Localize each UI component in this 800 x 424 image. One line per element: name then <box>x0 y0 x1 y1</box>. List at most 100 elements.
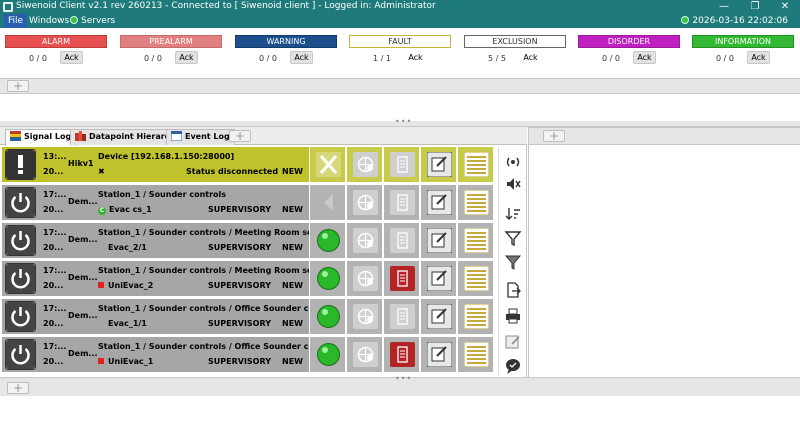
add-tab-button[interactable]: + <box>229 130 251 142</box>
edit-note-icon[interactable] <box>504 333 522 351</box>
document-cell[interactable] <box>383 185 419 220</box>
menu-servers-label: Servers <box>81 16 116 26</box>
ack-button[interactable]: Ack <box>290 51 313 64</box>
sound-waves-icon[interactable] <box>504 153 522 171</box>
status-indicator-cell[interactable] <box>309 299 345 334</box>
locate-icon <box>353 152 378 177</box>
power-icon[interactable] <box>5 263 36 294</box>
exclamation-icon[interactable] <box>5 149 36 180</box>
details-icon <box>463 303 490 330</box>
table-row[interactable]: 17:... 20... Dem... Station_1 / Sounder con… <box>2 337 497 372</box>
row-date: 20... <box>43 357 64 366</box>
status-indicator-icon <box>316 304 341 329</box>
details-cell[interactable] <box>457 147 493 182</box>
locate-cell[interactable] <box>346 261 382 296</box>
power-icon[interactable] <box>5 339 36 370</box>
table-row[interactable]: 17:... 20... Dem... Station_1 / Sounder con… <box>2 299 497 334</box>
edit-cell[interactable] <box>420 223 456 258</box>
edit-cell[interactable] <box>420 299 456 334</box>
power-icon[interactable] <box>5 225 36 256</box>
close-button[interactable]: ✕ <box>770 0 800 14</box>
app-icon <box>3 2 13 12</box>
row-datapoint-label: UniEvac_2 <box>108 281 154 290</box>
locate-cell[interactable] <box>346 147 382 182</box>
status-indicator-cell[interactable] <box>309 337 345 372</box>
row-date: 20... <box>43 243 64 252</box>
printer-icon[interactable] <box>504 307 522 325</box>
filter-outline-icon[interactable] <box>504 253 522 271</box>
row-datapoint-label: Evac cs_1 <box>109 205 152 214</box>
power-icon[interactable] <box>5 301 36 332</box>
document-cell[interactable] <box>383 147 419 182</box>
document-cell[interactable] <box>383 337 419 372</box>
mute-speaker-icon[interactable] <box>504 175 522 193</box>
speech-bubble-icon[interactable] <box>504 357 522 375</box>
window-title: Siwenoid Client v2.1 rev 260213 - Connec… <box>16 1 436 11</box>
menu-servers[interactable]: Servers <box>66 14 119 28</box>
row-description: Station_1 / Sounder controls <box>98 190 227 199</box>
locate-cell[interactable] <box>346 185 382 220</box>
locate-icon <box>353 266 378 291</box>
add-tab-button[interactable]: + <box>7 382 29 394</box>
table-row[interactable]: 17:... 20... Dem... Station_1 / Sounder con… <box>2 261 497 296</box>
edit-cell[interactable] <box>420 261 456 296</box>
edit-cell[interactable] <box>420 337 456 372</box>
event-log-icon <box>170 130 183 142</box>
menu-file[interactable]: File <box>4 14 28 28</box>
connection-status-icon <box>681 16 690 24</box>
server-connected-icon <box>70 16 78 24</box>
tab-event-log[interactable]: Event Log <box>166 129 235 145</box>
sort-down-icon[interactable] <box>504 205 522 223</box>
power-icon[interactable] <box>5 187 36 218</box>
add-tab-button[interactable]: + <box>543 130 565 142</box>
row-new-badge: NEW <box>282 319 303 328</box>
tab-signal-log[interactable]: Signal Log <box>5 129 77 146</box>
splitter-grip: ••• <box>395 374 413 383</box>
details-cell[interactable] <box>457 185 493 220</box>
ack-button[interactable]: Ack <box>60 51 83 64</box>
details-cell[interactable] <box>457 223 493 258</box>
ack-button[interactable]: Ack <box>404 51 427 64</box>
row-datapoint: ✖ <box>98 167 108 176</box>
filter-icon[interactable] <box>504 229 522 247</box>
details-cell[interactable] <box>457 261 493 296</box>
edit-cell[interactable] <box>420 147 456 182</box>
row-new-badge: NEW <box>282 357 303 366</box>
row-status: SUPERVISORY <box>208 319 271 328</box>
ack-button[interactable]: Ack <box>633 51 656 64</box>
status-indicator-cell[interactable] <box>309 261 345 296</box>
details-cell[interactable] <box>457 337 493 372</box>
signal-list: 13:... 20... Hikv1 Device [192.168.1.150:28… <box>2 147 497 375</box>
details-cell[interactable] <box>457 299 493 334</box>
document-cell[interactable] <box>383 223 419 258</box>
right-panel: + <box>528 127 800 377</box>
table-row[interactable]: 13:... 20... Hikv1 Device [192.168.1.150:28… <box>2 147 497 182</box>
locate-cell[interactable] <box>346 299 382 334</box>
status-indicator-cell[interactable] <box>309 185 345 220</box>
status-indicator-cell[interactable] <box>309 223 345 258</box>
table-row[interactable]: 17:... 20... Dem... Station_1 / Sounder con… <box>2 223 497 258</box>
locate-cell[interactable] <box>346 337 382 372</box>
ack-button[interactable]: Ack <box>519 51 542 64</box>
document-cell[interactable] <box>383 299 419 334</box>
counter-alarm: ALARM 0 / 0 Ack <box>5 35 107 75</box>
status-indicator-cell[interactable] <box>309 147 345 182</box>
edit-cell[interactable] <box>420 185 456 220</box>
minimize-button[interactable]: — <box>709 0 739 14</box>
ack-button[interactable]: Ack <box>747 51 770 64</box>
clock-text: 2026-03-16 22:02:06 <box>692 16 788 26</box>
row-new-badge: NEW <box>282 243 303 252</box>
locate-cell[interactable] <box>346 223 382 258</box>
ack-button[interactable]: Ack <box>175 51 198 64</box>
document-cell[interactable] <box>383 261 419 296</box>
add-tab-button[interactable]: + <box>7 80 29 92</box>
document-icon <box>390 152 415 177</box>
edit-icon <box>426 227 453 254</box>
row-datapoint: Evac_1/1 <box>98 319 147 328</box>
row-status: SUPERVISORY <box>208 243 271 252</box>
table-row[interactable]: 17:... 20... Dem... Station_1 / Sounder con… <box>2 185 497 220</box>
alert-marker-icon <box>98 358 104 364</box>
alarm-counters: ALARM 0 / 0 Ack PREALARM 0 / 0 Ack WARNING 0 / … <box>0 28 800 76</box>
export-icon[interactable] <box>504 281 522 299</box>
maximize-button[interactable]: ❐ <box>740 0 770 14</box>
